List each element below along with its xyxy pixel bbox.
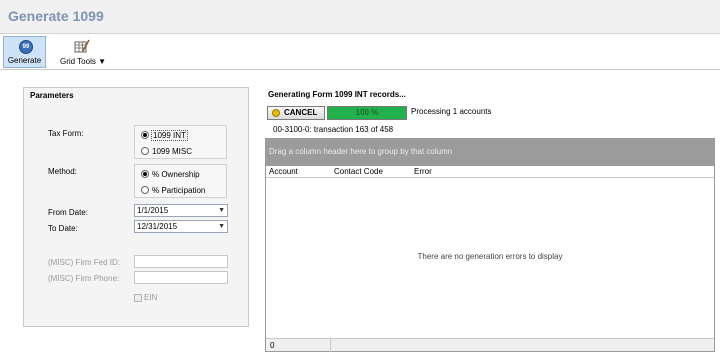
radio-label-1099-int: 1099 INT	[151, 129, 188, 141]
radio-button[interactable]	[141, 186, 149, 194]
generation-panel: Generating Form 1099 INT records... CANC…	[263, 87, 715, 352]
ein-checkbox[interactable]	[134, 293, 142, 302]
errors-grid: Account Contact Code Error There are no …	[265, 165, 715, 352]
parameters-panel: Parameters Tax Form: 1099 INT 1099 MISC …	[23, 87, 249, 327]
processing-status: Processing 1 accounts	[411, 107, 492, 116]
column-header-contact-code[interactable]: Contact Code	[334, 167, 383, 176]
to-date-value: 12/31/2015	[137, 222, 178, 231]
chevron-down-icon[interactable]: ▼	[218, 221, 225, 232]
grid-footer: 0	[266, 338, 714, 352]
generate-button[interactable]: 99 Generate	[3, 36, 46, 68]
tax-form-label: Tax Form:	[48, 129, 84, 138]
column-header-error[interactable]: Error	[414, 167, 432, 176]
cancel-label: CANCEL	[284, 108, 318, 117]
radio-label-1099-misc: 1099 MISC	[152, 146, 193, 156]
chevron-down-icon[interactable]: ▼	[218, 205, 225, 216]
cancel-icon	[272, 109, 280, 117]
radio-1099-misc[interactable]: 1099 MISC	[141, 145, 192, 157]
ein-label: EIN	[144, 293, 158, 302]
window-title: Generate 1099	[8, 8, 104, 24]
footer-count: 0	[270, 341, 275, 350]
grid-tools-label: Grid Tools ▼	[59, 57, 106, 66]
progress-bar: 100 %	[327, 106, 407, 120]
radio-label-participation: % Participation	[152, 185, 206, 195]
radio-ownership[interactable]: % Ownership	[141, 168, 200, 180]
to-date-input[interactable]: 12/31/2015 ▼	[134, 220, 228, 233]
radio-participation[interactable]: % Participation	[141, 184, 205, 196]
to-date-label: To Date:	[48, 224, 78, 233]
from-date-input[interactable]: 1/1/2015 ▼	[134, 204, 228, 217]
firm-fed-id-label: (MISC) Firm Fed ID:	[48, 258, 120, 267]
firm-phone-input[interactable]	[134, 271, 228, 284]
radio-button[interactable]	[141, 147, 149, 155]
progress-text: 100 %	[355, 108, 379, 117]
ein-checkbox-row[interactable]: EIN	[134, 293, 157, 302]
parameters-title: Parameters	[30, 91, 74, 100]
cancel-button[interactable]: CANCEL	[267, 106, 325, 120]
generation-title: Generating Form 1099 INT records...	[268, 90, 406, 99]
footer-divider	[330, 339, 331, 352]
generate-label: Generate	[7, 56, 42, 65]
generate-icon: 99	[19, 40, 33, 54]
from-date-label: From Date:	[48, 208, 89, 217]
radio-button[interactable]	[141, 131, 149, 139]
radio-1099-int[interactable]: 1099 INT	[141, 129, 188, 141]
firm-phone-label: (MISC) Firm Phone:	[48, 274, 120, 283]
firm-fed-id-input[interactable]	[134, 255, 228, 268]
tax-form-radio-group: 1099 INT 1099 MISC	[134, 125, 227, 159]
grid-header: Account Contact Code Error	[266, 166, 714, 178]
method-radio-group: % Ownership % Participation	[134, 164, 227, 198]
radio-label-ownership: % Ownership	[152, 169, 200, 179]
grid-tools-icon	[74, 39, 90, 53]
method-label: Method:	[48, 167, 77, 176]
column-header-account[interactable]: Account	[269, 167, 298, 176]
toolbar: 99 Generate Grid Tools ▼	[0, 34, 720, 70]
grid-tools-button[interactable]: Grid Tools ▼	[52, 36, 114, 68]
from-date-value: 1/1/2015	[137, 206, 169, 215]
transaction-status: 00-3100-0: transaction 163 of 458	[273, 125, 394, 134]
radio-button[interactable]	[141, 170, 149, 178]
title-bar: Generate 1099	[0, 0, 720, 34]
group-by-bar[interactable]: Drag a column header here to group by th…	[265, 138, 715, 165]
empty-grid-message: There are no generation errors to displa…	[417, 252, 563, 261]
